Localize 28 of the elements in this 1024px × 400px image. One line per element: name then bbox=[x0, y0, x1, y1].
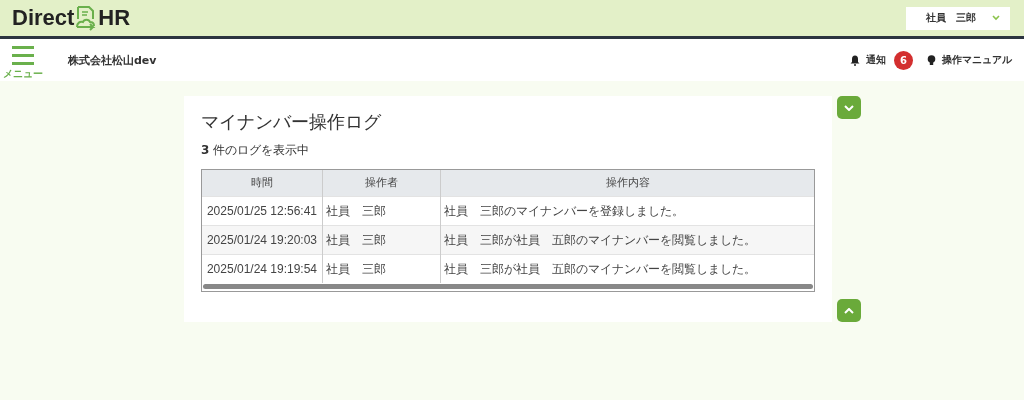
notification-count: 6 bbox=[894, 50, 913, 70]
log-count-text: 3 件のログを表示中 bbox=[201, 142, 311, 159]
table-cell: 社員 三郎 bbox=[322, 225, 441, 255]
document-arrow-icon bbox=[75, 5, 98, 31]
table-cell: 社員 三郎が社員 五郎のマイナンバーを閲覧しました。 bbox=[440, 254, 814, 283]
user-menu-button[interactable]: 社員 三郎 bbox=[906, 6, 1010, 30]
chevron-up-icon bbox=[844, 307, 854, 314]
column-header: 操作内容 bbox=[440, 170, 814, 197]
logo-text: Direct bbox=[12, 5, 75, 31]
menu-icon bbox=[12, 45, 34, 65]
logo-text: HR bbox=[98, 5, 131, 31]
column-header: 操作者 bbox=[322, 170, 441, 197]
scroll-down-button[interactable] bbox=[837, 96, 861, 119]
table-cell: 2025/01/24 19:19:54 bbox=[202, 254, 323, 283]
column-header: 時間 bbox=[202, 170, 323, 197]
scroll-up-button[interactable] bbox=[837, 299, 861, 322]
lightbulb-icon bbox=[927, 54, 936, 66]
chevron-down-icon bbox=[844, 104, 854, 111]
page-title: マイナンバー操作ログ bbox=[201, 110, 382, 134]
manual-link[interactable]: 操作マニュアル bbox=[927, 53, 1012, 67]
notifications-link[interactable]: 通知 bbox=[850, 53, 886, 67]
bell-icon bbox=[850, 54, 860, 66]
table-cell: 社員 三郎 bbox=[322, 254, 441, 283]
company-name: 株式会社松山dev bbox=[68, 52, 157, 68]
table-cell: 2025/01/24 19:20:03 bbox=[202, 225, 323, 255]
table-cell: 社員 三郎が社員 五郎のマイナンバーを閲覧しました。 bbox=[440, 225, 814, 255]
chevron-down-icon bbox=[992, 15, 1000, 21]
horizontal-scrollbar[interactable] bbox=[203, 284, 813, 289]
